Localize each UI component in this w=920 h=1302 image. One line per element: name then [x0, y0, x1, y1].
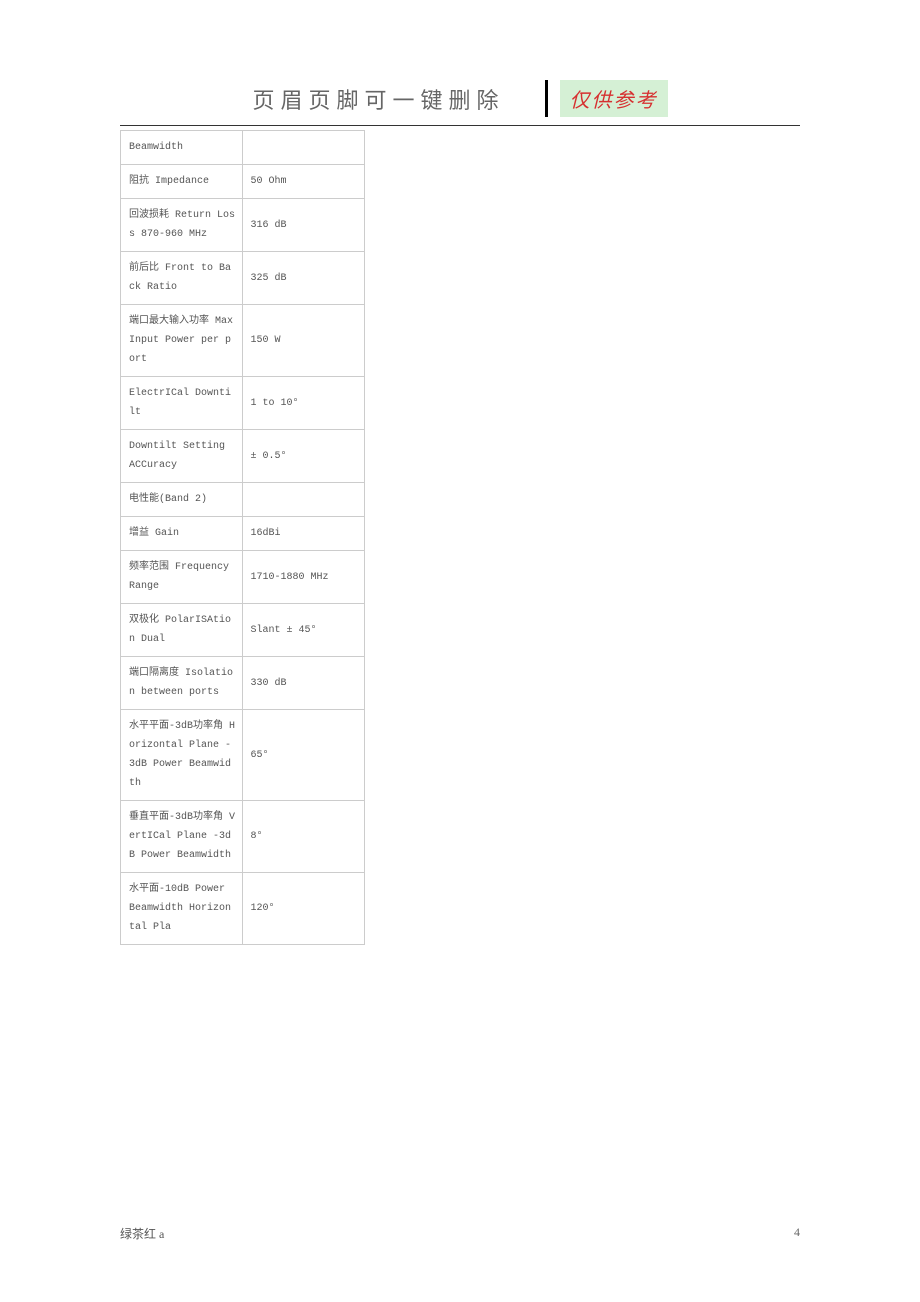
spec-value: 65° — [242, 710, 365, 801]
page-header: 页眉页脚可一键删除 仅供参考 — [120, 80, 800, 117]
header-rule — [120, 125, 800, 126]
spec-label: 端口最大输入功率 Max Input Power per port — [121, 305, 243, 377]
spec-value: 50 Ohm — [242, 165, 365, 199]
spec-label: 双极化 PolarISAtion Dual — [121, 604, 243, 657]
page-number: 4 — [794, 1225, 800, 1242]
spec-label: 增益 Gain — [121, 517, 243, 551]
spec-value: 316 dB — [242, 199, 365, 252]
spec-value: 1710-1880 MHz — [242, 551, 365, 604]
spec-value: Slant ± 45° — [242, 604, 365, 657]
spec-label: 频率范围 Frequency Range — [121, 551, 243, 604]
spec-value: 150 W — [242, 305, 365, 377]
header-badge-wrap: 仅供参考 — [545, 80, 668, 117]
table-row: 阻抗 Impedance50 Ohm — [121, 165, 365, 199]
spec-table: Beamwidth阻抗 Impedance50 Ohm回波损耗 Return L… — [120, 130, 365, 945]
table-row: Downtilt Setting ACCuracy± 0.5° — [121, 430, 365, 483]
spec-label: 阻抗 Impedance — [121, 165, 243, 199]
header-badge: 仅供参考 — [560, 80, 668, 117]
table-row: 双极化 PolarISAtion DualSlant ± 45° — [121, 604, 365, 657]
spec-value: 120° — [242, 873, 365, 945]
header-title: 页眉页脚可一键删除 — [252, 83, 504, 115]
spec-label: 端口隔离度 Isolation between ports — [121, 657, 243, 710]
spec-label: 水平平面-3dB功率角 Horizontal Plane -3dB Power … — [121, 710, 243, 801]
table-row: 端口最大输入功率 Max Input Power per port150 W — [121, 305, 365, 377]
table-row: 水平平面-3dB功率角 Horizontal Plane -3dB Power … — [121, 710, 365, 801]
spec-label: ElectrICal Downtilt — [121, 377, 243, 430]
spec-value: ± 0.5° — [242, 430, 365, 483]
spec-value: 325 dB — [242, 252, 365, 305]
table-row: Beamwidth — [121, 131, 365, 165]
spec-label: 水平面-10dB Power Beamwidth Horizontal Pla — [121, 873, 243, 945]
table-row: 前后比 Front to Back Ratio325 dB — [121, 252, 365, 305]
table-row: 水平面-10dB Power Beamwidth Horizontal Pla1… — [121, 873, 365, 945]
table-row: 电性能(Band 2) — [121, 483, 365, 517]
spec-value: 8° — [242, 801, 365, 873]
page-footer: 绿茶红 a 4 — [120, 1225, 800, 1242]
table-row: ElectrICal Downtilt1 to 10° — [121, 377, 365, 430]
table-row: 端口隔离度 Isolation between ports330 dB — [121, 657, 365, 710]
spec-value: 16dBi — [242, 517, 365, 551]
spec-label: Beamwidth — [121, 131, 243, 165]
spec-label: 电性能(Band 2) — [121, 483, 243, 517]
spec-value — [242, 483, 365, 517]
spec-value: 1 to 10° — [242, 377, 365, 430]
footer-left: 绿茶红 a — [120, 1225, 164, 1242]
table-row: 增益 Gain16dBi — [121, 517, 365, 551]
spec-label: 垂直平面-3dB功率角 VertICal Plane -3dB Power Be… — [121, 801, 243, 873]
spec-label: 回波损耗 Return Loss 870-960 MHz — [121, 199, 243, 252]
spec-value: 330 dB — [242, 657, 365, 710]
spec-label: Downtilt Setting ACCuracy — [121, 430, 243, 483]
spec-value — [242, 131, 365, 165]
table-row: 频率范围 Frequency Range1710-1880 MHz — [121, 551, 365, 604]
table-row: 垂直平面-3dB功率角 VertICal Plane -3dB Power Be… — [121, 801, 365, 873]
table-row: 回波损耗 Return Loss 870-960 MHz316 dB — [121, 199, 365, 252]
spec-label: 前后比 Front to Back Ratio — [121, 252, 243, 305]
